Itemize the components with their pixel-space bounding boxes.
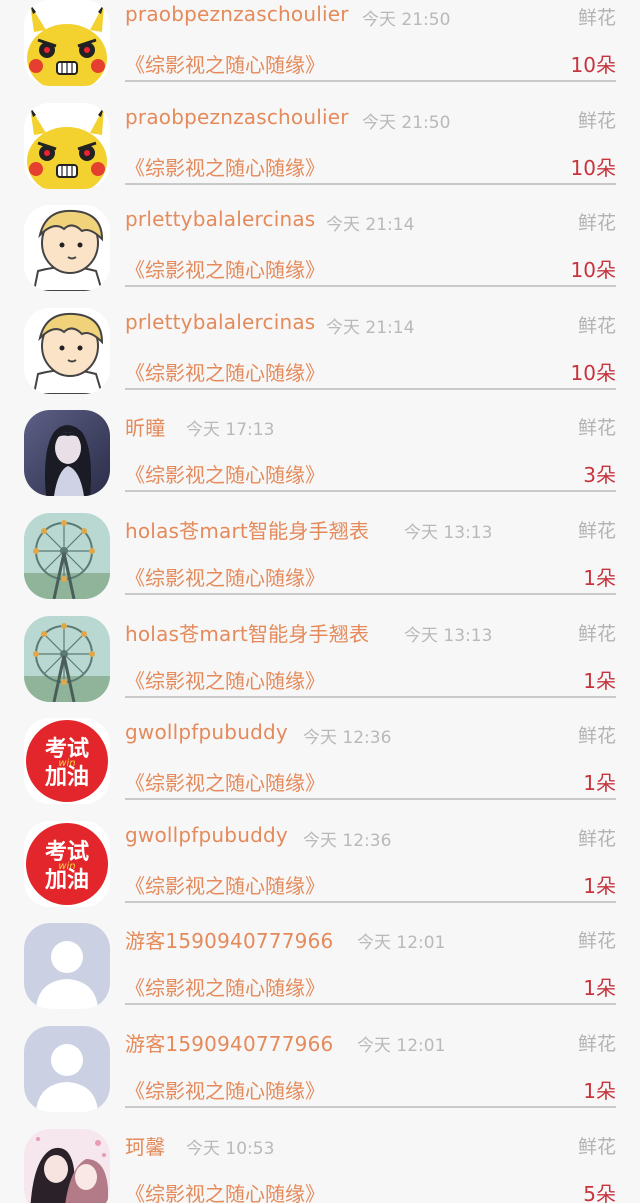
gift-type: 鲜花 [577, 7, 616, 29]
default-person-icon[interactable] [24, 923, 110, 1010]
timestamp: 今天 10:53 [186, 1138, 275, 1159]
username[interactable]: gwollpfpubuddy [125, 720, 288, 744]
gift-type: 鲜花 [577, 827, 616, 850]
book-title[interactable]: 《综影视之随心随缘》 [125, 254, 325, 283]
username[interactable]: holas苍mart智能身手翘表 [125, 618, 369, 647]
list-item[interactable]: praobpeznzaschoulier 今天 21:50 鲜花 《综影视之随心… [0, 0, 640, 103]
gift-count: 1朵 [583, 1079, 616, 1103]
divider [125, 387, 616, 390]
username[interactable]: prlettybalalercinas [125, 310, 315, 334]
gift-record-list: praobpeznzaschoulier 今天 21:50 鲜花 《综影视之随心… [0, 0, 640, 1203]
ferris-wheel-icon[interactable] [24, 513, 110, 599]
list-item[interactable]: 游客1590940777966 今天 12:01 鲜花 《综影视之随心随缘》 1… [0, 1026, 640, 1129]
username[interactable]: prlettybalalercinas [125, 207, 315, 231]
gift-type: 鲜花 [577, 725, 616, 748]
list-item[interactable]: holas苍mart智能身手翘表 今天 13:13 鲜花 《综影视之随心随缘》 … [0, 513, 640, 616]
book-title[interactable]: 《综影视之随心随缘》 [125, 1075, 325, 1104]
divider [125, 798, 616, 801]
cheer-text: 加油 [44, 868, 89, 893]
list-item[interactable]: prlettybalalercinas 今天 21:14 鲜花 《综影视之随心随… [0, 205, 640, 308]
list-item[interactable]: 昕瞳 今天 17:13 鲜花 《综影视之随心随缘》 3朵 [0, 410, 640, 513]
book-title[interactable]: 《综影视之随心随缘》 [125, 152, 325, 181]
gift-type: 鲜花 [577, 1033, 616, 1055]
gift-type: 鲜花 [577, 417, 616, 440]
divider [125, 900, 616, 903]
anime-girl-icon[interactable] [24, 410, 110, 497]
username[interactable]: praobpeznzaschoulier [125, 105, 349, 129]
cartoon-boy-icon[interactable] [24, 307, 110, 394]
list-item[interactable]: 考试 win 加油 gwollpfpubuddy 今天 12:36 鲜花 《综影… [0, 820, 640, 924]
list-item[interactable]: 考试 win 加油 gwollpfpubuddy 今天 12:36 鲜花 《综影… [0, 718, 640, 821]
divider [125, 695, 616, 698]
pikachu-angry-icon[interactable] [24, 0, 110, 86]
gift-type: 鲜花 [577, 1135, 616, 1158]
timestamp: 今天 12:36 [303, 728, 392, 749]
timestamp: 今天 12:36 [303, 830, 392, 851]
gift-count: 10朵 [570, 53, 616, 77]
username[interactable]: gwollpfpubuddy [125, 823, 288, 847]
book-title[interactable]: 《综影视之随心随缘》 [125, 49, 325, 78]
divider [125, 1106, 616, 1108]
timestamp: 今天 13:13 [404, 523, 493, 543]
gift-count: 5朵 [583, 1181, 616, 1203]
gift-type: 鲜花 [577, 622, 616, 645]
timestamp: 今天 21:14 [326, 317, 415, 338]
list-item[interactable]: 游客1590940777966 今天 12:01 鲜花 《综影视之随心随缘》 1… [0, 923, 640, 1026]
default-person-icon[interactable] [24, 1026, 110, 1112]
book-title[interactable]: 《综影视之随心随缘》 [125, 767, 325, 796]
username[interactable]: holas苍mart智能身手翘表 [125, 515, 369, 544]
book-title[interactable]: 《综影视之随心随缘》 [125, 870, 325, 899]
ferris-wheel-icon[interactable] [24, 615, 110, 702]
username[interactable]: 游客1590940777966 [125, 1028, 333, 1057]
username[interactable]: 昕瞳 [125, 412, 165, 441]
timestamp: 今天 12:01 [357, 933, 446, 954]
exam-cheer-icon[interactable]: 考试 win 加油 [24, 820, 110, 907]
gift-count: 1朵 [583, 976, 616, 1001]
gift-count: 1朵 [583, 873, 616, 898]
book-title[interactable]: 《综影视之随心随缘》 [125, 459, 325, 488]
gift-type: 鲜花 [577, 109, 616, 132]
username[interactable]: 珂馨 [125, 1131, 165, 1160]
list-item[interactable]: praobpeznzaschoulier 今天 21:50 鲜花 《综影视之随心… [0, 102, 640, 206]
list-item[interactable]: prlettybalalercinas 今天 21:14 鲜花 《综影视之随心随… [0, 307, 640, 411]
gift-type: 鲜花 [577, 212, 616, 235]
pikachu-angry-icon[interactable] [24, 102, 110, 189]
book-title[interactable]: 《综影视之随心随缘》 [125, 357, 325, 386]
username[interactable]: praobpeznzaschoulier [125, 2, 349, 26]
gift-type: 鲜花 [577, 930, 616, 953]
book-title[interactable]: 《综影视之随心随缘》 [125, 562, 325, 591]
cartoon-boy-icon[interactable] [24, 205, 110, 292]
exam-cheer-icon[interactable]: 考试 win 加油 [24, 718, 110, 805]
cheer-text: 加油 [44, 765, 89, 790]
gift-type: 鲜花 [577, 520, 616, 542]
book-title[interactable]: 《综影视之随心随缘》 [125, 665, 325, 694]
divider [125, 80, 616, 82]
username[interactable]: 游客1590940777966 [125, 925, 333, 954]
list-item[interactable]: holas苍mart智能身手翘表 今天 13:13 鲜花 《综影视之随心随缘》 … [0, 615, 640, 719]
gift-count: 1朵 [583, 566, 616, 590]
divider [125, 593, 616, 595]
gift-count: 10朵 [570, 360, 616, 385]
timestamp: 今天 21:14 [326, 215, 415, 236]
gift-count: 10朵 [570, 155, 616, 180]
gift-count: 1朵 [583, 668, 616, 693]
timestamp: 今天 21:50 [362, 10, 451, 30]
gift-type: 鲜花 [577, 314, 616, 337]
timestamp: 今天 21:50 [362, 112, 451, 133]
divider [125, 285, 616, 288]
book-title[interactable]: 《综影视之随心随缘》 [125, 972, 325, 1001]
book-title[interactable]: 《综影视之随心随缘》 [125, 1178, 325, 1203]
gift-count: 3朵 [583, 463, 616, 488]
divider [125, 182, 616, 185]
anime-couple-icon[interactable] [24, 1128, 110, 1203]
divider [125, 1003, 616, 1006]
divider [125, 490, 616, 493]
gift-count: 10朵 [570, 258, 616, 283]
timestamp: 今天 12:01 [357, 1036, 446, 1056]
timestamp: 今天 17:13 [186, 420, 275, 441]
list-item[interactable]: 珂馨 今天 10:53 鲜花 《综影视之随心随缘》 5朵 [0, 1128, 640, 1203]
gift-count: 1朵 [583, 771, 616, 796]
timestamp: 今天 13:13 [404, 625, 493, 646]
